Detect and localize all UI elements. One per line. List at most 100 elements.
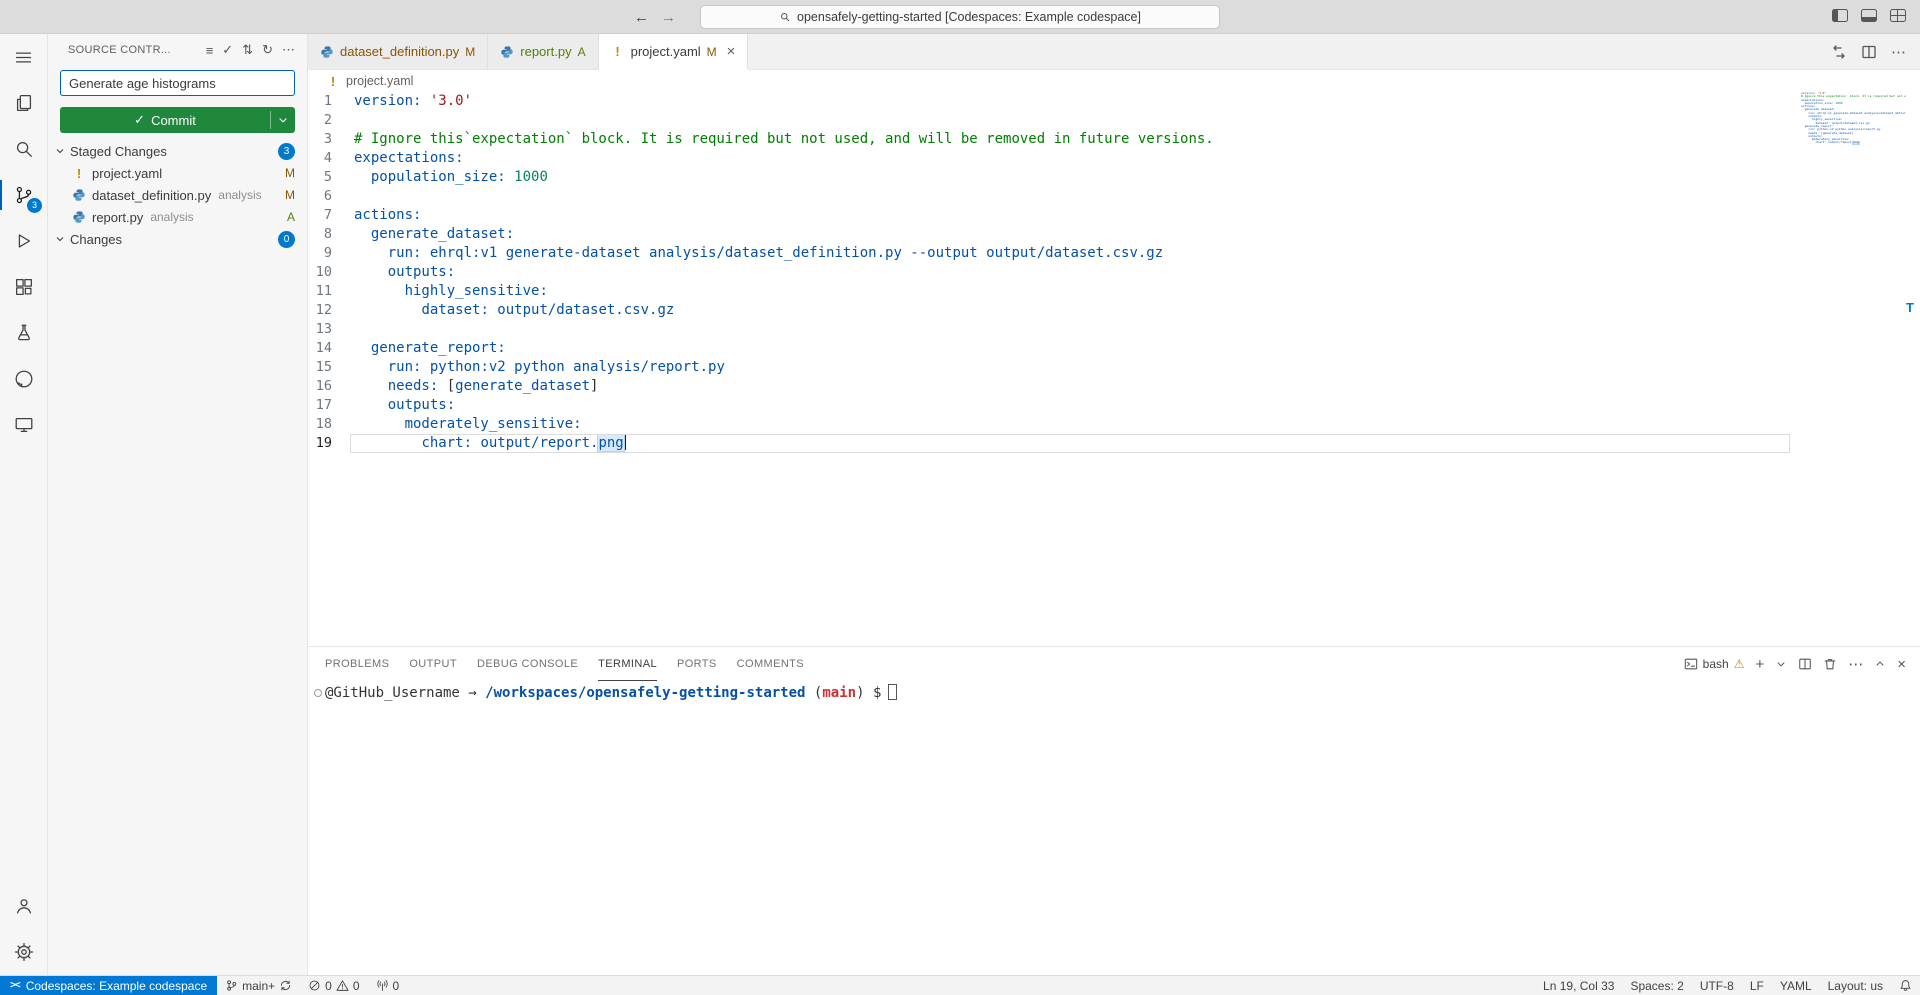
tab-dataset-definition[interactable]: dataset_definition.py M — [308, 34, 488, 69]
panel-more-icon[interactable]: ⋯ — [1848, 657, 1863, 672]
terminal-shell-selector[interactable]: bash ⚠ — [1684, 657, 1745, 671]
file-row-dataset-definition[interactable]: dataset_definition.py analysis M — [48, 184, 307, 206]
code-token: outputs: — [388, 397, 455, 413]
line-number: 15 — [308, 358, 354, 377]
sync-action-icon[interactable]: ⇅ — [242, 42, 253, 58]
code-line[interactable]: 7actions: — [308, 206, 1790, 225]
close-panel-icon[interactable]: × — [1897, 657, 1906, 672]
editor[interactable]: 1version: '3.0'23# Ignore this`expectati… — [308, 92, 1920, 646]
remote-indicator[interactable]: >< Codespaces: Example codespace — [0, 976, 217, 995]
panel-tab-ports[interactable]: PORTS — [677, 647, 717, 681]
eol-status[interactable]: LF — [1742, 976, 1772, 995]
code-token: version: — [354, 93, 421, 109]
code-line[interactable]: 14 generate_report: — [308, 339, 1790, 358]
menu-button[interactable] — [0, 34, 47, 80]
code-line[interactable]: 1version: '3.0' — [308, 92, 1790, 111]
code-line[interactable]: 13 — [308, 320, 1790, 339]
code-line[interactable]: 16 needs: [generate_dataset] — [308, 377, 1790, 396]
editor-more-icon[interactable]: ⋯ — [1891, 43, 1906, 61]
encoding-status[interactable]: UTF-8 — [1692, 976, 1742, 995]
forward-icon[interactable]: → — [661, 9, 676, 26]
customize-layout-icon[interactable] — [1890, 9, 1906, 25]
activity-extensions[interactable] — [0, 264, 47, 310]
problems-status[interactable]: 0 0 — [300, 976, 367, 995]
panel-tab-comments[interactable]: COMMENTS — [737, 647, 804, 681]
code-line[interactable]: 12 dataset: output/dataset.csv.gz — [308, 301, 1790, 320]
activity-source-control[interactable]: 3 — [0, 172, 47, 218]
code-line[interactable]: 8 generate_dataset: — [308, 225, 1790, 244]
code-line[interactable]: 5 population_size: 1000 — [308, 168, 1790, 187]
git-status-letter: M — [285, 166, 295, 180]
staged-changes-header[interactable]: Staged Changes 3 — [48, 140, 307, 162]
panel-tab-debug-console[interactable]: DEBUG CONSOLE — [477, 647, 578, 681]
command-center-label: opensafely-getting-started [Codespaces: … — [797, 10, 1141, 24]
indentation-status[interactable]: Spaces: 2 — [1622, 976, 1691, 995]
activity-accounts[interactable] — [0, 883, 47, 929]
code-line[interactable]: 19 chart: output/report.png — [308, 434, 1790, 453]
code-line[interactable]: 18 moderately_sensitive: — [308, 415, 1790, 434]
tab-project-yaml[interactable]: ! project.yaml M × — [599, 34, 749, 69]
code-token: actions: — [354, 207, 421, 223]
commit-dropdown[interactable] — [271, 107, 295, 133]
commit-action-icon[interactable]: ✓ — [222, 42, 233, 58]
keyboard-layout[interactable]: Layout: us — [1820, 976, 1891, 995]
code-line[interactable]: 11 highly_sensitive: — [308, 282, 1790, 301]
file-row-report[interactable]: report.py analysis A — [48, 206, 307, 228]
search-icon — [13, 138, 35, 160]
bell-icon — [1899, 979, 1912, 992]
panel-tab-output[interactable]: OUTPUT — [409, 647, 457, 681]
activity-settings[interactable] — [0, 929, 47, 975]
code-line[interactable]: 4expectations: — [308, 149, 1790, 168]
toggle-sidebar-icon[interactable] — [1832, 9, 1848, 25]
terminal[interactable]: @GitHub_Username → /workspaces/opensafel… — [308, 681, 1920, 975]
command-center[interactable]: opensafely-getting-started [Codespaces: … — [700, 5, 1220, 29]
cursor-position[interactable]: Ln 19, Col 33 — [1535, 976, 1622, 995]
branch-status[interactable]: main+ — [217, 976, 300, 995]
code-line[interactable]: 2 — [308, 111, 1790, 130]
minimap[interactable]: version: '3.0'# Ignore this`expectation`… — [1801, 92, 1906, 145]
more-actions-icon[interactable]: ⋯ — [282, 42, 295, 58]
commit-message-input[interactable] — [60, 70, 295, 96]
toggle-panel-icon[interactable] — [1861, 9, 1877, 25]
code-line[interactable]: 10 outputs: — [308, 263, 1790, 282]
view-as-list-icon[interactable]: ≡ — [206, 43, 214, 58]
refresh-icon[interactable]: ↻ — [262, 42, 273, 58]
activity-explorer[interactable] — [0, 80, 47, 126]
file-row-project-yaml[interactable]: ! project.yaml M — [48, 162, 307, 184]
open-changes-icon[interactable] — [1831, 44, 1847, 60]
code-line[interactable]: 17 outputs: — [308, 396, 1790, 415]
beaker-icon — [13, 322, 35, 344]
language-mode[interactable]: YAML — [1772, 976, 1820, 995]
new-terminal-icon[interactable]: + — [1755, 657, 1764, 672]
code-line[interactable]: 6 — [308, 187, 1790, 206]
panel-tab-problems[interactable]: PROBLEMS — [325, 647, 389, 681]
activity-run-debug[interactable] — [0, 218, 47, 264]
line-number: 2 — [308, 111, 354, 130]
changes-count-badge: 0 — [278, 231, 295, 248]
breadcrumb-item[interactable]: project.yaml — [346, 74, 413, 88]
activity-search[interactable] — [0, 126, 47, 172]
back-icon[interactable]: ← — [634, 9, 649, 26]
commit-button[interactable]: ✓ Commit — [60, 107, 295, 133]
ports-status[interactable]: 0 — [368, 976, 408, 995]
panel-tab-terminal[interactable]: TERMINAL — [598, 647, 657, 681]
activity-testing[interactable] — [0, 310, 47, 356]
line-number: 16 — [308, 377, 354, 396]
split-editor-icon[interactable] — [1861, 44, 1877, 60]
maximize-panel-icon[interactable] — [1874, 658, 1886, 670]
terminal-dropdown-icon[interactable] — [1775, 658, 1787, 670]
activity-remote-explorer[interactable] — [0, 402, 47, 448]
breadcrumb[interactable]: ! project.yaml — [308, 70, 1920, 92]
close-tab-icon[interactable]: × — [727, 44, 736, 59]
code-token — [354, 283, 405, 299]
changes-header[interactable]: Changes 0 — [48, 228, 307, 250]
activity-github[interactable] — [0, 356, 47, 402]
code-line[interactable]: 3# Ignore this`expectation` block. It is… — [308, 130, 1790, 149]
notifications-bell[interactable] — [1891, 976, 1920, 995]
code-line[interactable]: 15 run: python:v2 python analysis/report… — [308, 358, 1790, 377]
status-bar: >< Codespaces: Example codespace main+ 0… — [0, 975, 1920, 995]
tab-report[interactable]: report.py A — [488, 34, 598, 69]
kill-terminal-icon[interactable] — [1823, 657, 1837, 671]
code-line[interactable]: 9 run: ehrql:v1 generate-dataset analysi… — [308, 244, 1790, 263]
split-terminal-icon[interactable] — [1798, 657, 1812, 671]
